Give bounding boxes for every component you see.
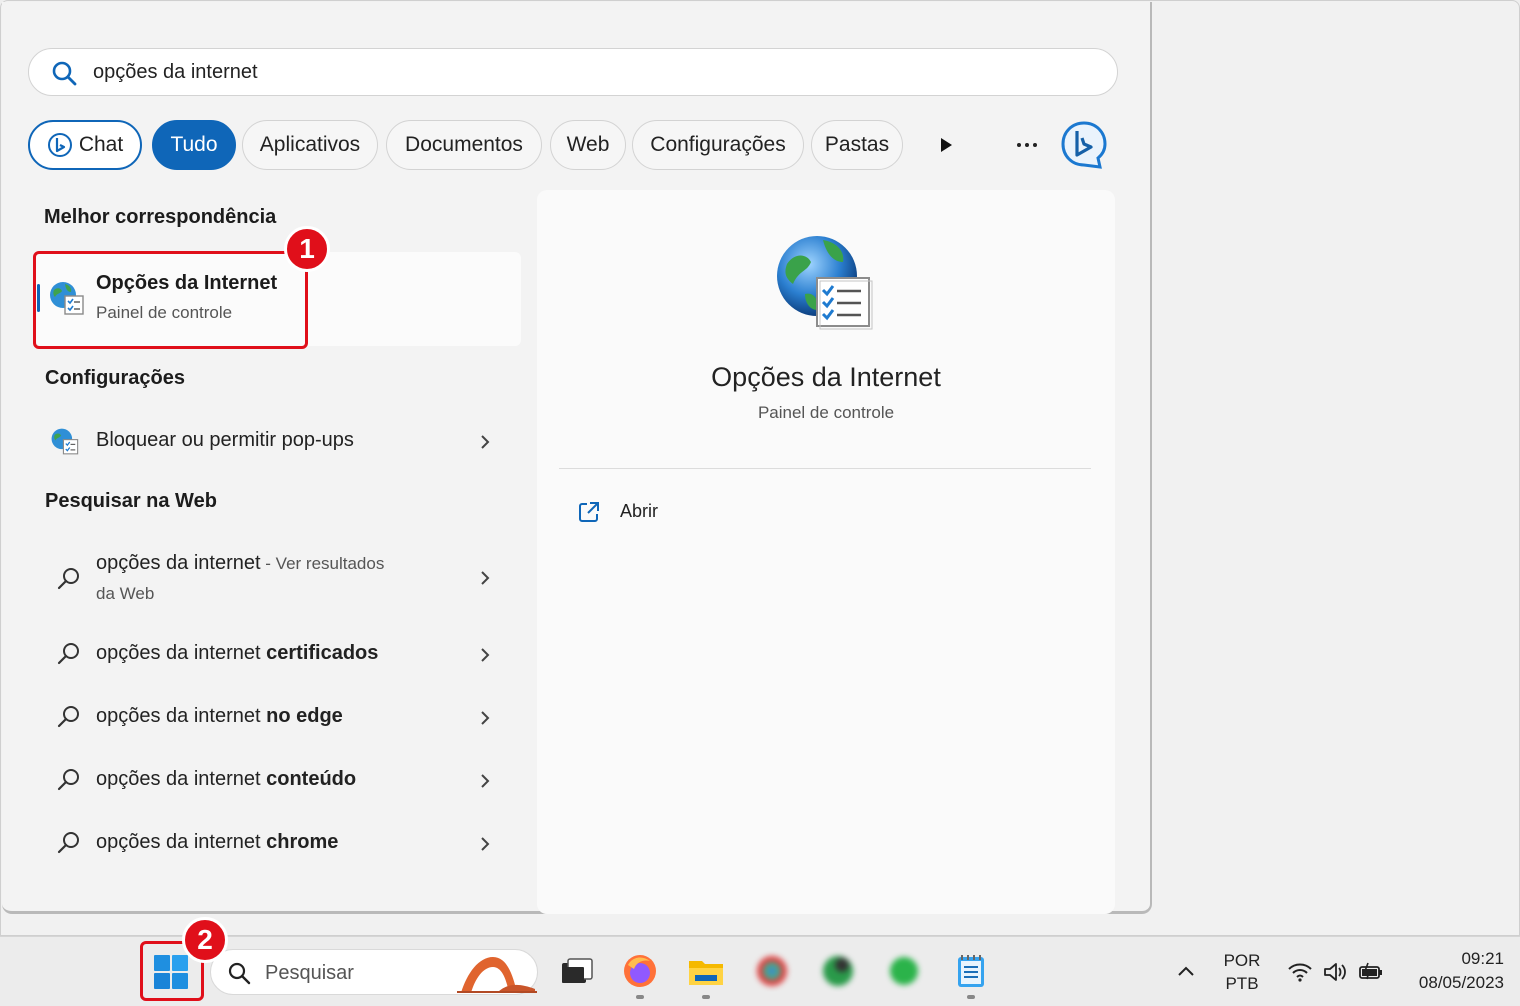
- web-suggestion-label: opções da internet conteúdo: [96, 768, 356, 791]
- best-match-heading: Melhor correspondência: [44, 206, 277, 228]
- search-panel: opções da internet Chat Tudo Aplicativos…: [2, 2, 1152, 914]
- search-box[interactable]: opções da internet: [28, 48, 1118, 96]
- battery-icon[interactable]: [1358, 959, 1384, 985]
- detail-pane: Opções da Internet Painel de controle Ab…: [537, 190, 1115, 914]
- chip-chat-label: Chat: [78, 133, 124, 156]
- web-suggestion-label: opções da internet chrome: [96, 831, 338, 854]
- taskbar-search-placeholder: Pesquisar: [265, 962, 354, 984]
- chip-aplicativos[interactable]: Aplicativos: [242, 120, 378, 170]
- web-suggestion[interactable]: opções da internet certificados: [46, 626, 516, 682]
- web-suggestion-label: opções da internet certificados: [96, 642, 378, 665]
- filter-bar: Chat Tudo Aplicativos Documentos Web Con…: [28, 120, 1128, 170]
- chevron-right-icon: [481, 435, 490, 449]
- suggestion-prefix: opções da internet: [96, 831, 267, 853]
- app-icon[interactable]: [884, 951, 924, 991]
- running-indicator: [967, 995, 975, 999]
- clock[interactable]: 09:21 08/05/2023: [1400, 947, 1504, 995]
- taskbar: Pesquisar 2 POR PTB 09:21 08/05/2023: [0, 917, 1520, 1006]
- chevron-right-icon: [481, 837, 490, 851]
- search-highlight-image: [457, 957, 537, 993]
- search-icon: [57, 568, 79, 590]
- web-suggestion[interactable]: opções da internet chrome: [46, 815, 516, 871]
- divider: [559, 468, 1091, 469]
- volume-icon[interactable]: [1322, 959, 1348, 985]
- detail-title: Opções da Internet: [711, 362, 941, 392]
- web-result-line2: da Web: [96, 584, 155, 603]
- suggestion-prefix: opções da internet: [96, 705, 267, 727]
- notepad-icon[interactable]: [951, 951, 991, 991]
- clock-time: 09:21: [1461, 949, 1504, 968]
- chip-pastas[interactable]: Pastas: [811, 120, 903, 170]
- search-icon: [57, 706, 79, 728]
- task-view-icon[interactable]: [556, 951, 596, 991]
- chip-web[interactable]: Web: [550, 120, 626, 170]
- search-icon: [57, 769, 79, 791]
- language-indicator[interactable]: POR PTB: [1220, 949, 1264, 995]
- search-query[interactable]: opções da internet: [93, 61, 258, 84]
- chevron-right-icon: [481, 774, 490, 788]
- open-action-label: Abrir: [620, 501, 659, 521]
- search-icon: [228, 962, 251, 985]
- search-icon: [52, 61, 77, 86]
- chip-tudo[interactable]: Tudo: [152, 120, 236, 170]
- play-arrow-icon[interactable]: [931, 130, 961, 160]
- web-heading: Pesquisar na Web: [45, 490, 217, 512]
- chip-label: Documentos: [405, 133, 523, 156]
- web-suggestion[interactable]: opções da internet no edge: [46, 689, 516, 745]
- chip-label: Configurações: [650, 133, 786, 156]
- running-indicator: [702, 995, 710, 999]
- open-action[interactable]: Abrir: [577, 498, 777, 528]
- suggestion-prefix: opções da internet: [96, 642, 267, 664]
- chip-label: Pastas: [824, 133, 890, 156]
- chip-chat[interactable]: Chat: [28, 120, 142, 170]
- internet-options-icon: [777, 236, 873, 330]
- lang-line1: POR: [1223, 951, 1261, 970]
- settings-heading: Configurações: [45, 367, 186, 389]
- taskbar-search[interactable]: Pesquisar: [210, 949, 538, 995]
- web-result-query: opções da internet: [96, 552, 261, 574]
- web-result[interactable]: opções da internet - Ver resultados da W…: [46, 544, 516, 614]
- app-icon[interactable]: [752, 951, 792, 991]
- file-explorer-icon[interactable]: [686, 951, 726, 991]
- more-icon[interactable]: [1012, 130, 1042, 160]
- lang-line2: PTB: [1225, 974, 1259, 993]
- search-icon: [57, 832, 79, 854]
- search-icon: [57, 643, 79, 665]
- annotation-box-1: [33, 251, 308, 349]
- bing-icon: [47, 133, 72, 157]
- clock-date: 08/05/2023: [1418, 973, 1504, 992]
- chevron-right-icon: [481, 571, 490, 585]
- settings-item-label: Bloquear ou permitir pop-ups: [96, 429, 354, 451]
- suggestion-bold: certificados: [266, 642, 379, 664]
- chip-documentos[interactable]: Documentos: [386, 120, 542, 170]
- chip-label: Aplicativos: [259, 133, 361, 156]
- web-result-suffix: - Ver resultados: [260, 554, 385, 573]
- firefox-icon[interactable]: [620, 951, 660, 991]
- bing-icon[interactable]: [1060, 120, 1108, 170]
- detail-subtitle: Painel de controle: [757, 403, 895, 422]
- annotation-marker-2: 2: [182, 917, 228, 963]
- annotation-marker-1: 1: [284, 226, 330, 272]
- chevron-right-icon: [481, 711, 490, 725]
- suggestion-bold: conteúdo: [266, 768, 357, 790]
- internet-options-icon: [51, 428, 79, 455]
- chip-label: Tudo: [170, 133, 218, 156]
- suggestion-bold: no edge: [266, 705, 343, 727]
- suggestion-bold: chrome: [266, 831, 339, 853]
- web-suggestion[interactable]: opções da internet conteúdo: [46, 752, 516, 808]
- chevron-right-icon: [481, 648, 490, 662]
- wifi-icon[interactable]: [1287, 959, 1313, 985]
- running-indicator: [636, 995, 644, 999]
- web-result-text: opções da internet - Ver resultados: [96, 552, 384, 575]
- open-external-icon: [579, 502, 599, 522]
- chip-configuracoes[interactable]: Configurações: [632, 120, 804, 170]
- chip-label: Web: [566, 133, 610, 156]
- chevron-up-icon[interactable]: [1176, 961, 1196, 981]
- app-icon[interactable]: [818, 951, 858, 991]
- suggestion-prefix: opções da internet: [96, 768, 267, 790]
- settings-item[interactable]: Bloquear ou permitir pop-ups: [46, 412, 516, 468]
- web-suggestion-label: opções da internet no edge: [96, 705, 343, 728]
